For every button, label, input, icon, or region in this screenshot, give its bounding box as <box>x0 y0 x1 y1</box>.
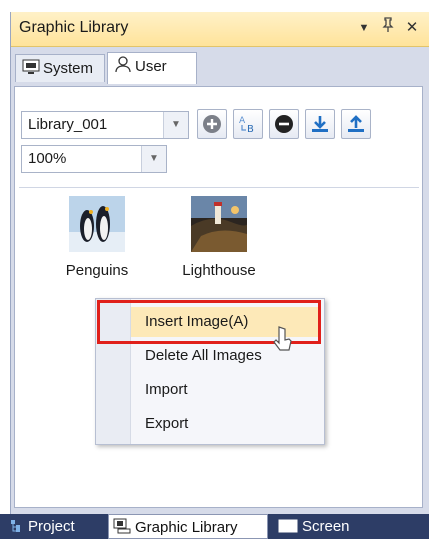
user-icon <box>114 55 132 73</box>
screen-icon <box>278 516 298 541</box>
download-icon <box>312 116 328 132</box>
bottom-tab-label: Screen <box>302 518 350 535</box>
graphic-library-icon <box>113 517 131 542</box>
library-tabs: System User <box>11 46 429 86</box>
tab-system-label: System <box>43 60 94 77</box>
image-thumb-lighthouse[interactable]: Lighthouse <box>169 196 269 279</box>
penguins-image <box>69 196 125 252</box>
svg-text:B: B <box>247 124 254 134</box>
pin-icon[interactable] <box>377 17 399 39</box>
tab-system[interactable]: System <box>15 54 105 82</box>
tab-user-label: User <box>135 58 167 75</box>
plus-circle-icon <box>203 115 221 133</box>
panel-titlebar: Graphic Library ▼ ✕ <box>11 12 429 47</box>
image-thumb-penguins[interactable]: Penguins <box>47 196 147 279</box>
library-select[interactable]: Library_001 ▼ <box>21 111 189 139</box>
image-label: Lighthouse <box>182 262 256 279</box>
remove-library-button[interactable] <box>269 109 299 139</box>
lighthouse-image <box>191 196 247 252</box>
rename-library-button[interactable]: AB <box>233 109 263 139</box>
tab-user[interactable]: User <box>107 52 197 84</box>
zoom-select[interactable]: 100% ▼ <box>21 145 167 173</box>
zoom-select-value: 100% <box>28 150 67 167</box>
project-icon <box>10 516 24 541</box>
rename-ab-icon: AB <box>239 116 254 134</box>
chevron-down-icon[interactable]: ▼ <box>141 146 166 172</box>
bottom-tab-label: Graphic Library <box>135 519 238 536</box>
panel-menu-dropdown-icon[interactable]: ▼ <box>353 17 375 39</box>
bottom-tab-graphic-library[interactable]: Graphic Library <box>108 514 268 539</box>
bottom-tab-project[interactable]: Project <box>6 514 106 539</box>
image-label: Penguins <box>65 262 129 279</box>
panel-title: Graphic Library <box>19 19 129 36</box>
mouse-cursor-icon <box>273 326 292 351</box>
export-library-button[interactable] <box>341 109 371 139</box>
menu-item-import[interactable]: Import <box>131 375 321 405</box>
upload-icon <box>348 115 364 132</box>
bottom-tab-screen[interactable]: Screen <box>274 514 384 539</box>
svg-text:A: A <box>239 116 246 126</box>
bottom-tab-label: Project <box>28 518 75 535</box>
import-library-button[interactable] <box>305 109 335 139</box>
system-icon <box>22 57 40 74</box>
close-icon[interactable]: ✕ <box>401 17 423 39</box>
minus-circle-icon <box>275 115 293 133</box>
chevron-down-icon[interactable]: ▼ <box>163 112 188 138</box>
library-select-value: Library_001 <box>28 116 108 133</box>
bottom-tab-bar: Project Graphic Library Screen <box>0 514 429 539</box>
graphic-library-panel: Graphic Library ▼ ✕ System User Library_… <box>10 12 429 539</box>
menu-item-export[interactable]: Export <box>131 409 321 439</box>
add-library-button[interactable] <box>197 109 227 139</box>
